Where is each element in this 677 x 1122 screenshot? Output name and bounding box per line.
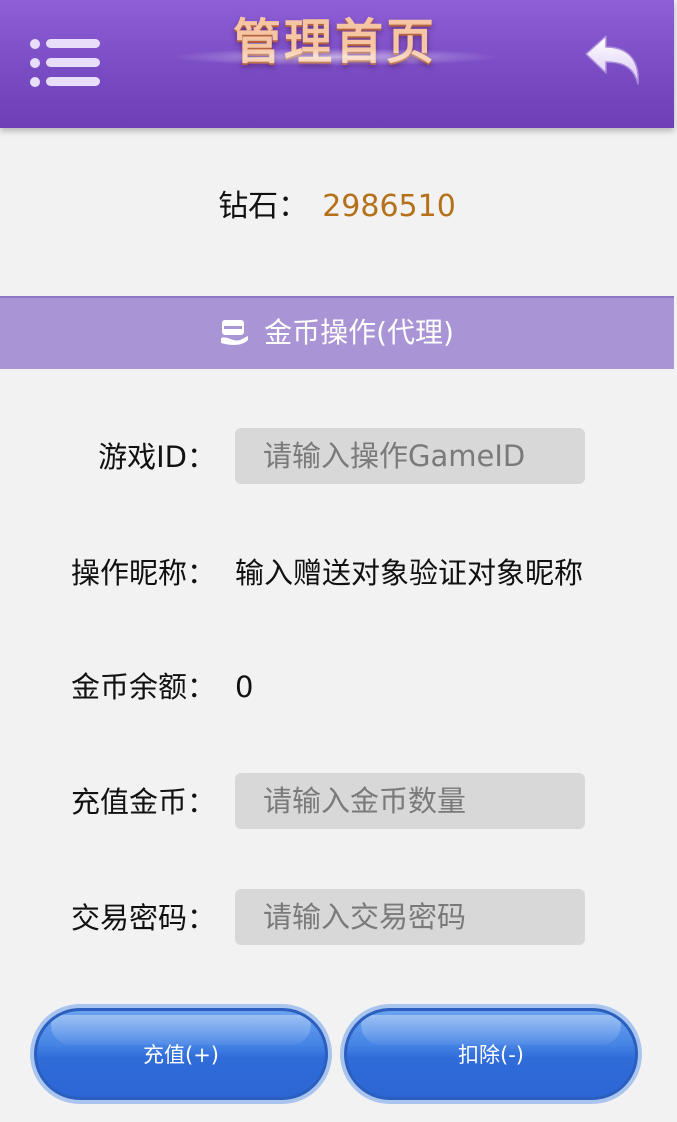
back-arrow-icon[interactable]	[580, 32, 646, 92]
top-header: 管理首页	[0, 0, 674, 128]
menu-bar	[46, 58, 100, 67]
recharge-button-face: 充值(+)	[34, 1008, 328, 1100]
coin-balance-label: 金币余额：	[70, 670, 216, 704]
recharge-label: 充值金币：	[70, 785, 216, 819]
coin-balance-value: 0	[235, 670, 254, 704]
recharge-row: 充值金币：	[0, 773, 674, 831]
menu-bar	[46, 77, 100, 86]
menu-dot	[30, 39, 40, 49]
section-header: 金币操作(代理)	[0, 296, 674, 369]
coin-balance-row: 金币余额： 0	[0, 658, 674, 716]
recharge-amount-input[interactable]	[235, 773, 585, 829]
password-label: 交易密码：	[70, 901, 216, 935]
menu-icon[interactable]	[30, 35, 102, 95]
wallet-icon	[220, 302, 250, 345]
nickname-value: 输入赠送对象验证对象昵称	[235, 556, 584, 590]
diamond-label: 钻石：	[218, 189, 309, 224]
menu-dot	[30, 77, 40, 87]
game-id-row: 游戏ID：	[0, 428, 674, 486]
deduct-button-face: 扣除(-)	[344, 1008, 638, 1100]
menu-bar	[46, 39, 100, 48]
game-id-input[interactable]	[235, 428, 585, 484]
section-title: 金币操作(代理)	[264, 316, 454, 349]
trade-password-input[interactable]	[235, 889, 585, 945]
diamond-value: 2986510	[322, 189, 456, 224]
diamond-balance: 钻石： 2986510	[0, 180, 674, 234]
recharge-button[interactable]: 充值(+)	[30, 1004, 332, 1104]
nickname-row: 操作昵称： 输入赠送对象验证对象昵称	[0, 544, 674, 602]
nickname-label: 操作昵称：	[70, 556, 216, 590]
menu-dot	[30, 58, 40, 68]
recharge-button-label: 充值(+)	[143, 1043, 219, 1067]
page-title: 管理首页	[232, 14, 437, 70]
deduct-button[interactable]: 扣除(-)	[340, 1004, 642, 1104]
password-row: 交易密码：	[0, 889, 674, 947]
game-id-label: 游戏ID：	[98, 440, 216, 474]
deduct-button-label: 扣除(-)	[458, 1043, 524, 1067]
